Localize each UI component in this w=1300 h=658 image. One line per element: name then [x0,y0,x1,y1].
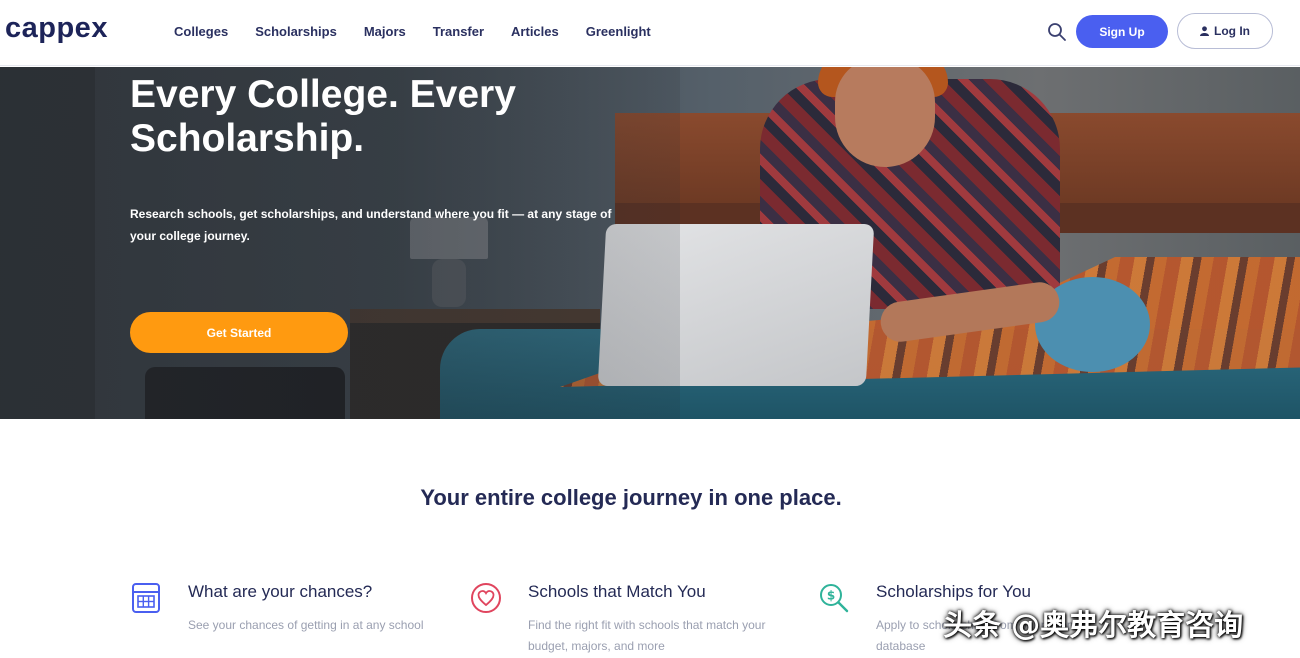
cappex-logo[interactable]: cappex [5,12,108,45]
hero-photo-face [835,67,935,167]
log-in-button[interactable]: Log In [1177,13,1273,49]
hero-banner: Every College. Every Scholarship. Resear… [0,67,1300,419]
sign-up-button[interactable]: Sign Up [1076,15,1168,48]
main-nav: Colleges Scholarships Majors Transfer Ar… [174,24,651,39]
hero-title: Every College. Every Scholarship. [130,73,516,160]
feature-title: Schools that Match You [528,582,706,601]
nav-majors[interactable]: Majors [364,24,406,39]
heart-icon [471,583,501,613]
get-started-button[interactable]: Get Started [130,312,348,353]
nav-colleges[interactable]: Colleges [174,24,228,39]
calculator-icon [132,583,160,613]
search-icon[interactable] [1047,22,1067,42]
log-in-label: Log In [1214,24,1250,38]
user-icon [1200,26,1209,36]
feature-description: See your chances of getting in at any sc… [188,618,424,632]
nav-greenlight[interactable]: Greenlight [586,24,651,39]
nav-articles[interactable]: Articles [511,24,559,39]
money-search-icon: $ [820,584,849,613]
hero-subtitle: Research schools, get scholarships, and … [130,207,612,243]
svg-text:$: $ [827,589,835,603]
feature-title: What are your chances? [188,582,373,601]
feature-description: Find the right fit with schools that mat… [528,618,766,653]
section-title: Your entire college journey in one place… [420,485,842,510]
top-navigation-bar: cappex Colleges Scholarships Majors Tran… [0,0,1300,66]
feature-title: Scholarships for You [876,582,1031,601]
nav-scholarships[interactable]: Scholarships [255,24,337,39]
nav-transfer[interactable]: Transfer [433,24,484,39]
watermark-text: 头条 @奥弗尔教育咨询 [943,608,1244,642]
